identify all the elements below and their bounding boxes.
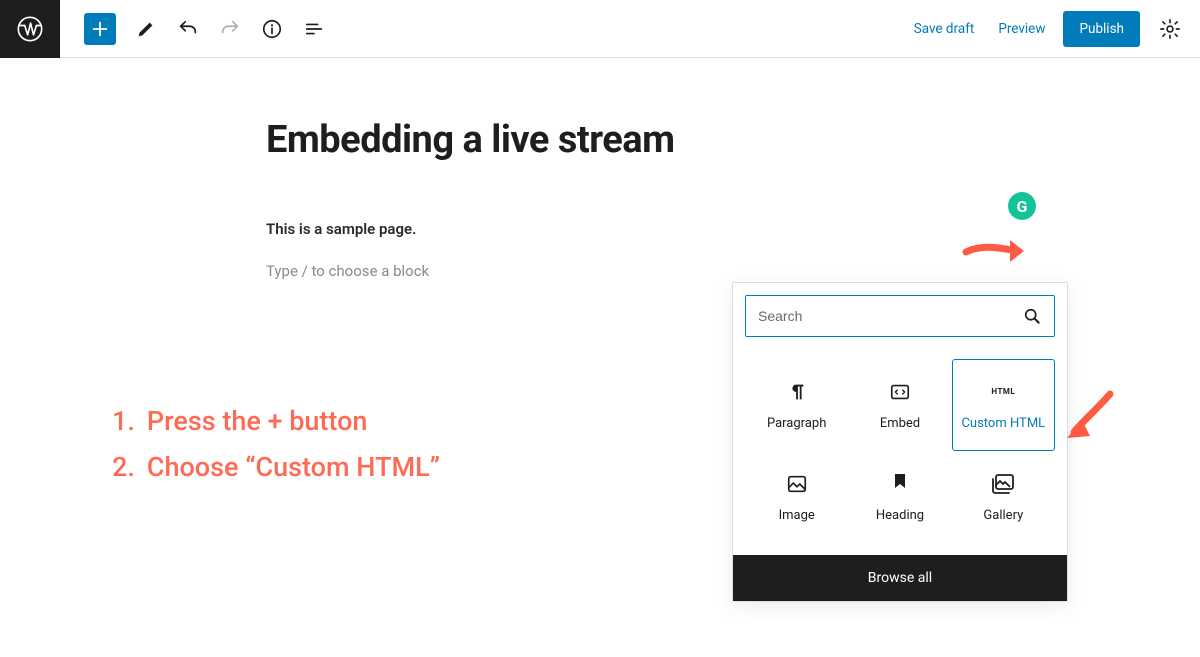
embed-icon xyxy=(889,381,911,403)
outline-button[interactable] xyxy=(294,9,334,49)
search-box xyxy=(745,295,1055,337)
save-draft-button[interactable]: Save draft xyxy=(902,13,987,45)
add-block-button[interactable] xyxy=(84,13,116,45)
html-icon: HTML xyxy=(991,387,1015,396)
block-placeholder[interactable]: Type / to choose a block xyxy=(266,262,1200,280)
grammarly-letter: G xyxy=(1017,197,1028,216)
info-icon xyxy=(261,18,283,40)
browse-all-button[interactable]: Browse all xyxy=(733,555,1067,601)
block-inserter-popover: Paragraph Embed HTML Custom HTML Image H… xyxy=(732,282,1068,602)
image-icon xyxy=(786,473,808,495)
preview-button[interactable]: Preview xyxy=(986,13,1057,45)
block-label: Gallery xyxy=(983,508,1023,523)
block-embed[interactable]: Embed xyxy=(848,359,951,451)
block-label: Embed xyxy=(880,416,920,431)
block-heading[interactable]: Heading xyxy=(848,451,951,543)
pencil-icon xyxy=(135,18,157,40)
block-label: Image xyxy=(779,508,815,523)
wordpress-icon xyxy=(16,15,44,43)
editor-toolbar: Save draft Preview Publish xyxy=(0,0,1200,58)
paragraph-icon xyxy=(786,381,808,403)
wordpress-logo[interactable] xyxy=(0,0,60,58)
block-custom-html[interactable]: HTML Custom HTML xyxy=(952,359,1055,451)
plus-icon xyxy=(89,18,111,40)
undo-icon xyxy=(177,18,199,40)
search-icon xyxy=(1022,306,1042,326)
block-label: Custom HTML xyxy=(961,416,1045,431)
publish-button[interactable]: Publish xyxy=(1063,11,1140,47)
grammarly-badge[interactable]: G xyxy=(1008,192,1036,220)
gallery-icon xyxy=(991,473,1015,495)
step1-number: 1. xyxy=(112,399,135,445)
block-label: Heading xyxy=(876,508,924,523)
gear-icon xyxy=(1159,18,1181,40)
annotation-arrow-right xyxy=(962,232,1026,270)
page-title[interactable]: Embedding a live stream xyxy=(266,118,1200,162)
search-container xyxy=(733,283,1067,349)
settings-button[interactable] xyxy=(1150,9,1190,49)
step2-number: 2. xyxy=(112,445,135,491)
block-grid: Paragraph Embed HTML Custom HTML Image H… xyxy=(733,349,1067,549)
step1-text: Press the + button xyxy=(147,399,368,445)
step2-text: Choose “Custom HTML” xyxy=(147,445,440,491)
redo-button[interactable] xyxy=(210,9,250,49)
redo-icon xyxy=(219,18,241,40)
sample-paragraph[interactable]: This is a sample page. xyxy=(266,220,1200,238)
toolbar-right: Save draft Preview Publish xyxy=(902,9,1190,49)
details-button[interactable] xyxy=(252,9,292,49)
heading-icon xyxy=(892,474,908,494)
list-icon xyxy=(303,18,325,40)
search-input[interactable] xyxy=(758,308,1022,324)
toolbar-left xyxy=(0,0,334,58)
block-paragraph[interactable]: Paragraph xyxy=(745,359,848,451)
block-image[interactable]: Image xyxy=(745,451,848,543)
edit-mode-button[interactable] xyxy=(126,9,166,49)
annotation-arrow-left xyxy=(1064,390,1114,446)
undo-button[interactable] xyxy=(168,9,208,49)
block-gallery[interactable]: Gallery xyxy=(952,451,1055,543)
instructions-overlay: 1. Press the + button 2. Choose “Custom HT… xyxy=(112,399,440,491)
block-label: Paragraph xyxy=(767,416,826,431)
